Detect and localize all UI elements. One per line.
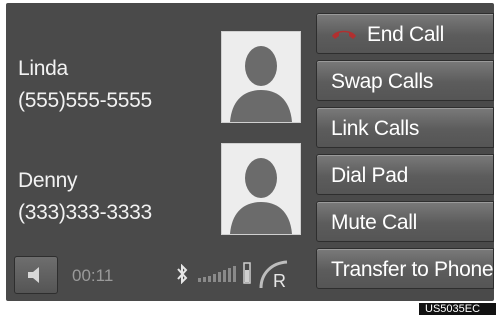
status-bar: 00:11 R bbox=[6, 250, 316, 301]
transfer-to-phone-button[interactable]: Transfer to Phone bbox=[316, 248, 494, 289]
signal-strength-icon bbox=[198, 266, 236, 282]
call-timer: 00:11 bbox=[72, 266, 114, 285]
caller-info-2: Denny (333)333-3333 bbox=[18, 169, 152, 225]
dial-pad-button[interactable]: Dial Pad bbox=[316, 154, 494, 195]
caller-name-2: Denny bbox=[18, 169, 78, 192]
roaming-letter: R bbox=[273, 271, 286, 290]
caller-name-1: Linda bbox=[18, 57, 68, 80]
phone-hangup-icon bbox=[332, 30, 356, 39]
bluetooth-icon bbox=[177, 264, 188, 284]
call-actions: End Call Swap Calls Link Calls Dial Pad … bbox=[316, 13, 494, 295]
mute-call-label: Mute Call bbox=[331, 211, 417, 234]
roaming-icon: R bbox=[259, 260, 288, 290]
end-call-button[interactable]: End Call bbox=[316, 13, 494, 54]
speaker-volume-button[interactable] bbox=[14, 256, 58, 294]
caller-number-2: (333)333-3333 bbox=[18, 201, 152, 224]
caller-number-1: (555)555-5555 bbox=[18, 89, 152, 112]
swap-calls-label: Swap Calls bbox=[331, 70, 434, 93]
contact-photo-1 bbox=[221, 31, 301, 123]
caller-info-1: Linda (555)555-5555 bbox=[18, 57, 152, 113]
link-calls-label: Link Calls bbox=[331, 117, 420, 140]
speaker-icon bbox=[28, 267, 39, 283]
contact-photo-2 bbox=[221, 143, 301, 235]
battery-icon bbox=[243, 262, 251, 284]
hands-free-call-screen: Linda (555)555-5555 Denny (333)333-3333 … bbox=[6, 3, 494, 301]
swap-calls-button[interactable]: Swap Calls bbox=[316, 60, 494, 101]
link-calls-button[interactable]: Link Calls bbox=[316, 107, 494, 148]
contact-silhouette-icon bbox=[222, 144, 300, 234]
dial-pad-label: Dial Pad bbox=[331, 164, 408, 187]
mute-call-button[interactable]: Mute Call bbox=[316, 201, 494, 242]
end-call-label: End Call bbox=[367, 23, 444, 46]
transfer-to-phone-label: Transfer to Phone bbox=[331, 258, 494, 281]
image-code-label: US5035EC bbox=[419, 303, 496, 315]
contact-silhouette-icon bbox=[222, 32, 300, 122]
